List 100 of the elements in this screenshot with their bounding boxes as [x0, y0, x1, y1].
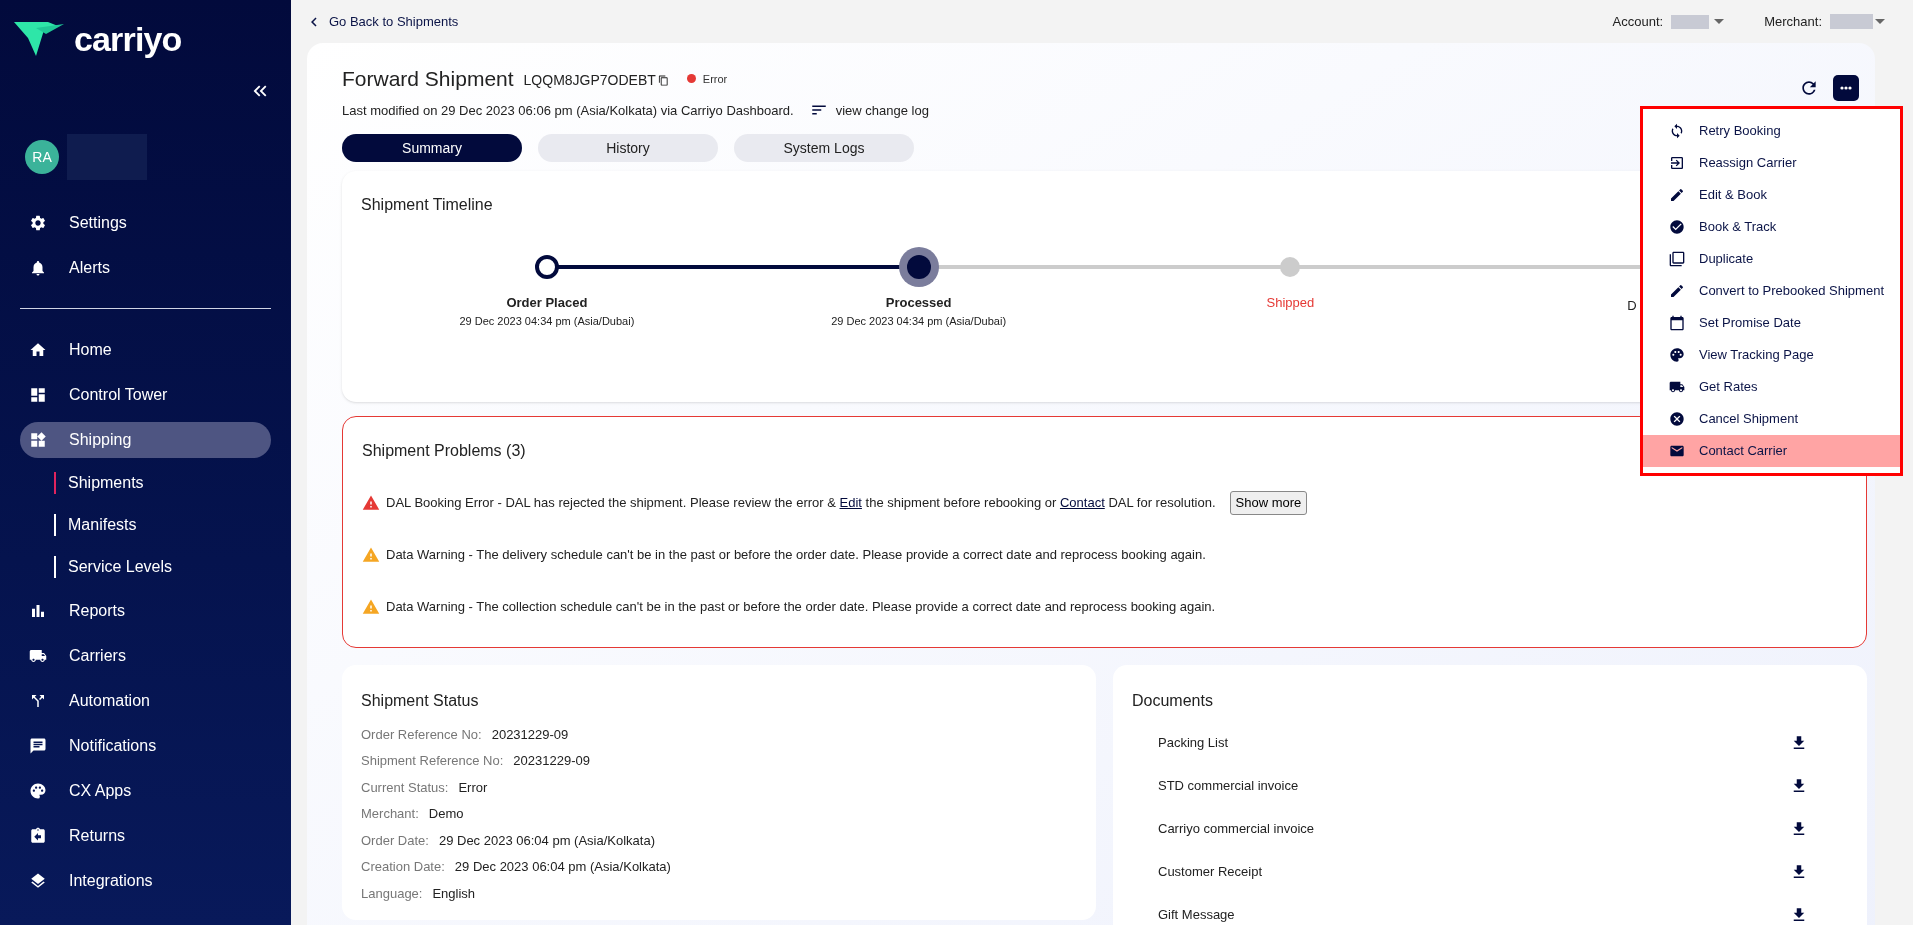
shipment-id: LQQM8JGP7ODEBT	[523, 70, 656, 90]
back-link[interactable]: Go Back to Shipments	[305, 11, 459, 32]
field-value: Error	[458, 778, 488, 797]
card-title: Shipment Problems (3)	[362, 441, 526, 461]
document-name: Carriyo commercial invoice	[1158, 819, 1315, 838]
menu-item[interactable]: Convert to Prebooked Shipment	[1643, 275, 1900, 307]
step-time: 29 Dec 2023 04:34 pm (Asia/Dubai)	[831, 313, 1007, 329]
menu-item[interactable]: Contact Carrier	[1643, 435, 1900, 467]
step-label: Shipped	[1266, 294, 1315, 312]
sidebar-item[interactable]: Carriers	[20, 637, 271, 674]
field-value: 29 Dec 2023 06:04 pm (Asia/Kolkata)	[454, 858, 671, 876]
redacted-value	[1830, 14, 1873, 29]
problem-message: DAL Booking Error - DAL has rejected the shipment. Please review the error & Edit the shipment before rebooking or Contact DAL for resolution.	[386, 494, 1216, 513]
sidebar-subitem[interactable]: Manifests	[54, 514, 137, 536]
sidebar-item[interactable]: Integrations	[20, 862, 271, 899]
merchant-dropdown[interactable]	[1830, 14, 1885, 29]
menu-item[interactable]: Reassign Carrier	[1643, 147, 1900, 179]
chat-icon	[29, 736, 47, 755]
sidebar-item[interactable]: Notifications	[20, 727, 271, 764]
field-label: Creation Date:	[361, 858, 445, 876]
dashboard-icon	[29, 385, 47, 404]
step-time: 29 Dec 2023 04:34 pm (Asia/Dubai)	[459, 313, 635, 329]
sidebar-item[interactable]: Automation	[20, 682, 271, 719]
more-icon	[1840, 86, 1852, 90]
sidebar-item[interactable]: Alerts	[0, 245, 291, 290]
copy-icon	[1669, 251, 1685, 267]
change-log-link[interactable]: view change log	[809, 100, 929, 120]
logo-text: carriyo	[74, 22, 182, 56]
palette-icon	[29, 781, 47, 800]
account-dropdown[interactable]	[1671, 14, 1725, 29]
menu-item[interactable]: View Tracking Page	[1643, 339, 1900, 371]
sidebar-item[interactable]: CX Apps	[20, 772, 271, 809]
tab[interactable]: History	[538, 134, 718, 162]
sidebar-item[interactable]: Home	[20, 331, 271, 368]
menu-item[interactable]: Duplicate	[1643, 243, 1900, 275]
sidebar-item[interactable]: Settings	[0, 200, 291, 245]
card-title: Documents	[1132, 691, 1214, 711]
refresh-icon[interactable]	[1799, 78, 1819, 98]
layers-icon	[29, 871, 47, 890]
warning-icon	[362, 494, 380, 512]
field-value: English	[432, 884, 476, 903]
settings-icon	[29, 213, 47, 232]
menu-item[interactable]: Cancel Shipment	[1643, 403, 1900, 435]
clipboard-icon	[29, 826, 47, 845]
sidebar-subitem[interactable]: Shipments	[54, 472, 144, 494]
boxes-icon	[29, 430, 47, 449]
sidebar-item[interactable]: Returns	[20, 817, 271, 854]
warning-icon	[362, 546, 380, 564]
sidebar-subitem[interactable]: Service Levels	[54, 556, 173, 578]
menu-item[interactable]: Retry Booking	[1643, 115, 1900, 147]
calendar-icon	[1669, 315, 1685, 331]
pencil-icon	[1669, 187, 1685, 203]
page-title: Forward Shipment	[342, 66, 514, 92]
problem-message: Data Warning - The delivery schedule can't be in the past or before the order date. Please provide a correct date and reprocess booking again.	[386, 546, 1206, 565]
tab[interactable]: Summary	[342, 134, 522, 162]
cancel-icon	[1669, 411, 1685, 427]
card-title: Shipment Status	[361, 691, 480, 711]
sidebar-item[interactable]: Shipping	[20, 421, 271, 458]
document-name: Gift Message	[1158, 905, 1235, 924]
account-label: Account:	[1612, 12, 1664, 31]
menu-item[interactable]: Edit & Book	[1643, 179, 1900, 211]
dropdown-caret-icon	[1875, 19, 1885, 24]
card-title: Shipment Timeline	[361, 195, 493, 215]
logo-icon	[14, 20, 66, 58]
redacted-value	[1671, 14, 1710, 29]
palette-icon	[1669, 347, 1685, 363]
copy-icon[interactable]	[657, 74, 669, 86]
field-label: Order Reference No:	[361, 725, 482, 744]
warning-icon	[362, 598, 380, 616]
sidebar-item[interactable]: Control Tower	[20, 376, 271, 413]
step-label: Processed	[885, 294, 952, 312]
more-button[interactable]	[1833, 75, 1859, 101]
envelope-icon	[1669, 443, 1685, 459]
step-label: D	[1627, 298, 1637, 313]
status-text: Error	[702, 71, 728, 87]
last-modified-text: Last modified on 29 Dec 2023 06:06 pm (Asia/Kolkata) via Carriyo Dashboard.	[342, 101, 794, 120]
menu-item[interactable]: Set Promise Date	[1643, 307, 1900, 339]
inline-link[interactable]: Edit	[839, 495, 862, 511]
field-label: Shipment Reference No:	[361, 752, 504, 770]
menu-item[interactable]: Book & Track	[1643, 211, 1900, 243]
document-name: Customer Receipt	[1158, 862, 1263, 881]
document-name: Packing List	[1158, 733, 1229, 752]
field-label: Language:	[361, 884, 423, 903]
bell-icon	[29, 258, 47, 277]
field-value: 20231229-09	[491, 725, 569, 744]
menu-item[interactable]: Get Rates	[1643, 371, 1900, 403]
inline-link[interactable]: Contact	[1059, 495, 1105, 511]
field-value: 20231229-09	[513, 752, 590, 770]
clipboard-arrow-icon	[1669, 155, 1685, 171]
sidebar-item[interactable]: Reports	[20, 592, 271, 629]
problem-message: Data Warning - The collection schedule can't be in the past or before the order date. Please provide a correct date and reprocess booking again.	[386, 598, 1216, 617]
tab[interactable]: System Logs	[734, 134, 914, 162]
field-label: Current Status:	[361, 778, 449, 797]
field-value: 29 Dec 2023 06:04 pm (Asia/Kolkata)	[438, 831, 655, 850]
field-label: Order Date:	[361, 831, 429, 850]
merchant-label: Merchant:	[1764, 12, 1822, 31]
sync-icon	[1669, 123, 1685, 139]
step-label: Order Placed	[506, 294, 588, 312]
show-more-button[interactable]: Show more	[1229, 491, 1308, 515]
dropdown-caret-icon	[1714, 19, 1725, 24]
